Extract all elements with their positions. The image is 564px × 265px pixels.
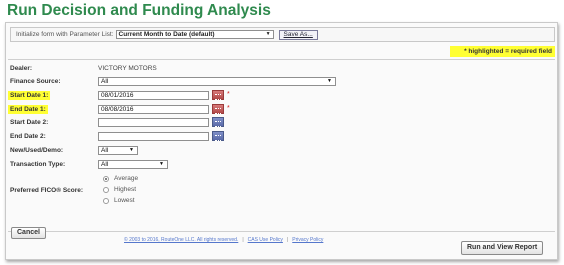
dealer-label: Dealer: (10, 65, 33, 72)
fico-score-label: Preferred FICO® Score: (10, 187, 84, 194)
end-date-2-label: End Date 2: (10, 133, 46, 140)
dealer-value: VICTORY MOTORS (98, 65, 157, 72)
calendar-icon[interactable] (212, 117, 224, 127)
copyright-link[interactable]: © 2003 to 2016, RouteOne LLC. All rights… (124, 237, 238, 243)
run-and-view-report-button[interactable]: Run and View Report (461, 241, 544, 255)
save-as-button[interactable]: Save As... (278, 29, 318, 40)
end-date-1-label: End Date 1: (8, 105, 48, 114)
parameter-list-label: Initialize form with Parameter List: (16, 31, 114, 38)
radio-unselected[interactable] (103, 197, 109, 204)
start-date-1-input[interactable]: 08/01/2016 (98, 91, 209, 100)
required-field-note: * highlighted = required field (450, 46, 555, 57)
start-date-1-label: Start Date 1: (8, 91, 51, 100)
save-as-label: Save As... (283, 30, 313, 38)
fico-option-average[interactable]: Average (103, 174, 138, 183)
fico-option-label: Average (114, 175, 139, 182)
footer-separator: | (286, 237, 289, 243)
end-date-2-input[interactable] (98, 132, 209, 141)
form-fields: Dealer: VICTORY MOTORS Finance Source: A… (8, 59, 555, 231)
cancel-button[interactable]: Cancel (11, 227, 46, 239)
finance-source-value: All (101, 78, 109, 85)
fico-option-label: Lowest (114, 197, 135, 204)
footer-divider (8, 231, 555, 232)
footer-links: © 2003 to 2016, RouteOne LLC. All rights… (124, 237, 323, 243)
chevron-down-icon: ▼ (129, 147, 134, 153)
page-title: Run Decision and Funding Analysis (7, 2, 271, 19)
chevron-down-icon: ▼ (265, 31, 271, 37)
fico-option-label: Highest (114, 186, 137, 193)
end-date-1-input[interactable]: 08/08/2016 (98, 105, 209, 114)
calendar-icon[interactable] (212, 131, 224, 141)
radio-unselected[interactable] (103, 186, 109, 193)
finance-source-label: Finance Source: (10, 78, 61, 85)
fico-option-lowest[interactable]: Lowest (103, 196, 135, 205)
calendar-icon[interactable] (212, 104, 224, 114)
parameter-list-value: Current Month to Date (default) (118, 31, 215, 38)
privacy-policy-link[interactable]: Privacy Policy (292, 237, 323, 243)
radio-selected[interactable] (103, 175, 109, 182)
transaction-type-label: Transaction Type: (10, 161, 66, 168)
transaction-type-value: All (101, 161, 109, 168)
chevron-down-icon: ▼ (159, 161, 164, 167)
transaction-type-select[interactable]: All ▼ (98, 160, 168, 169)
start-date-2-input[interactable] (98, 118, 209, 127)
new-used-demo-label: New/Used/Demo: (10, 147, 64, 154)
calendar-icon[interactable] (212, 90, 224, 100)
required-asterisk: * (227, 105, 230, 112)
parameter-list-select[interactable]: Current Month to Date (default) ▼ (115, 30, 274, 39)
finance-source-select[interactable]: All ▼ (98, 77, 336, 86)
form-panel: Initialize form with Parameter List: Cur… (5, 22, 558, 260)
parameter-list-bar: Initialize form with Parameter List: Cur… (10, 27, 555, 42)
start-date-2-label: Start Date 2: (10, 119, 49, 126)
footer-separator: | (242, 237, 244, 243)
new-used-demo-select[interactable]: All ▼ (98, 146, 138, 155)
required-asterisk: * (227, 91, 230, 98)
chevron-down-icon: ▼ (327, 78, 332, 84)
fico-option-highest[interactable]: Highest (103, 185, 136, 194)
cas-use-policy-link[interactable]: CAS Use Policy (248, 237, 283, 243)
new-used-demo-value: All (101, 147, 109, 154)
